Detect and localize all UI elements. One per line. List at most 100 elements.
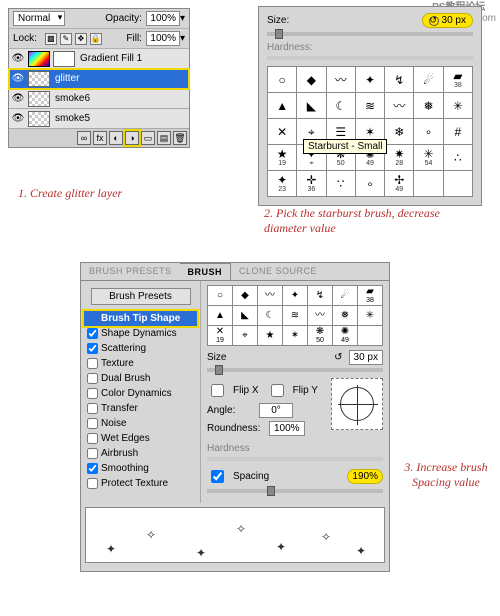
brush-preset-cell[interactable]: ❅ — [414, 93, 443, 119]
layer-row[interactable]: 👁Gradient Fill 1 — [9, 49, 189, 69]
brush-tip-cell[interactable]: ✶ — [283, 326, 308, 346]
brush-preset-cell[interactable]: ★19 — [268, 145, 297, 171]
brush-preset-cell[interactable]: ∘ — [414, 119, 443, 145]
layer-row[interactable]: 👁glitter — [9, 69, 189, 89]
lock-position-icon[interactable]: ✥ — [75, 33, 87, 45]
brush-tip-cell[interactable]: ⌖ — [233, 326, 258, 346]
brush-preset-cell[interactable]: ✕ — [268, 119, 297, 145]
spacing-checkbox[interactable] — [211, 470, 224, 483]
brush-preset-cell[interactable]: ∘ — [356, 171, 385, 197]
brush-tip-cell[interactable]: 〰 — [258, 286, 283, 306]
brush-tip-cell[interactable]: ↯ — [308, 286, 333, 306]
visibility-eye-icon[interactable]: 👁 — [11, 113, 25, 124]
layer-thumbnail[interactable] — [28, 111, 50, 127]
flip-y-checkbox[interactable] — [271, 384, 284, 397]
reset-size-icon[interactable]: ↺ — [334, 352, 342, 363]
brush-tip-cell[interactable]: ☾ — [258, 306, 283, 326]
option-checkbox[interactable] — [87, 448, 98, 459]
mask-icon[interactable]: ◐ — [109, 131, 123, 145]
brush-option-shape-dynamics[interactable]: Shape Dynamics — [84, 326, 197, 341]
brush-preset-cell[interactable]: ✢49 — [385, 171, 414, 197]
brush-preset-cell[interactable]: ▲ — [268, 93, 297, 119]
brush-tip-cell[interactable]: 〰 — [308, 306, 333, 326]
brush-tip-cell[interactable]: ✦ — [283, 286, 308, 306]
lock-paint-icon[interactable]: ✎ — [60, 33, 72, 45]
brush-preset-cell[interactable] — [414, 171, 443, 197]
brush-preset-cell[interactable]: ↯ — [385, 67, 414, 93]
brush-tip-cell[interactable] — [358, 326, 383, 346]
brush-option-airbrush[interactable]: Airbrush — [84, 446, 197, 461]
angle-roundness-widget[interactable] — [331, 378, 383, 430]
fx-icon[interactable]: fx — [93, 131, 107, 145]
new-layer-icon[interactable]: ▤ — [157, 131, 171, 145]
brush-tip-cell[interactable]: ☄ — [333, 286, 358, 306]
visibility-eye-icon[interactable]: 👁 — [11, 53, 25, 64]
brush-tip-cell[interactable]: ◆ — [233, 286, 258, 306]
brush-preset-cell[interactable]: ✷28 — [385, 145, 414, 171]
layer-thumbnail[interactable] — [28, 91, 50, 107]
brush-tip-cell[interactable]: ✺49 — [333, 326, 358, 346]
size-slider-2[interactable] — [207, 368, 383, 372]
brush-tip-cell[interactable]: ❅ — [333, 306, 358, 326]
brush-option-texture[interactable]: Texture — [84, 356, 197, 371]
chevron-icon[interactable]: ▾ — [180, 33, 185, 44]
spacing-value[interactable]: 190% — [347, 469, 383, 484]
brush-preset-cell[interactable]: ☄ — [414, 67, 443, 93]
brush-preset-cell[interactable]: 〰 — [385, 93, 414, 119]
option-checkbox[interactable] — [87, 388, 98, 399]
tab-brush[interactable]: BRUSH — [180, 263, 232, 280]
new-fill-adjustment-icon[interactable]: ◑ — [125, 131, 139, 145]
brush-tip-cell[interactable]: ✕19 — [208, 326, 233, 346]
tab-brush-presets[interactable]: BRUSH PRESETS — [81, 263, 180, 280]
layer-thumbnail[interactable] — [28, 51, 50, 67]
brush-preset-cell[interactable]: ◣ — [297, 93, 326, 119]
flip-x-checkbox[interactable] — [211, 384, 224, 397]
lock-all-icon[interactable]: 🔒 — [90, 33, 102, 45]
fill-value[interactable]: 100% — [146, 31, 180, 46]
brush-option-protect-texture[interactable]: Protect Texture — [84, 476, 197, 491]
brush-tip-cell[interactable]: ▰38 — [358, 286, 383, 306]
brush-preset-cell[interactable]: ✳ — [444, 93, 473, 119]
size-value-pill[interactable]: 30 px — [422, 13, 473, 28]
brush-tip-cell[interactable]: ★ — [258, 326, 283, 346]
option-checkbox[interactable] — [87, 478, 98, 489]
trash-icon[interactable]: 🗑 — [173, 131, 187, 145]
brush-option-brush-tip-shape[interactable]: Brush Tip Shape — [84, 311, 197, 326]
brush-preset-cell[interactable]: ☾ — [327, 93, 356, 119]
slider-knob[interactable] — [275, 29, 283, 39]
brush-presets-button[interactable]: Brush Presets — [91, 288, 191, 305]
brush-preset-cell[interactable]: ◆ — [297, 67, 326, 93]
option-checkbox[interactable] — [87, 403, 98, 414]
brush-preset-cell[interactable]: ≋ — [356, 93, 385, 119]
brush-tip-cell[interactable]: ○ — [208, 286, 233, 306]
layer-row[interactable]: 👁smoke6 — [9, 89, 189, 109]
brush-option-noise[interactable]: Noise — [84, 416, 197, 431]
brush-tip-cell[interactable]: ◣ — [233, 306, 258, 326]
option-checkbox[interactable] — [87, 328, 98, 339]
brush-preset-cell[interactable]: ✦ — [356, 67, 385, 93]
new-group-icon[interactable]: ▭ — [141, 131, 155, 145]
brush-preset-cell[interactable] — [444, 171, 473, 197]
brush-option-smoothing[interactable]: Smoothing — [84, 461, 197, 476]
brush-preset-cell[interactable]: # — [444, 119, 473, 145]
visibility-eye-icon[interactable]: 👁 — [11, 73, 25, 84]
brush-option-color-dynamics[interactable]: Color Dynamics — [84, 386, 197, 401]
brush-tip-cell[interactable]: ❋50 — [308, 326, 333, 346]
option-checkbox[interactable] — [87, 418, 98, 429]
brush-option-transfer[interactable]: Transfer — [84, 401, 197, 416]
layer-row[interactable]: 👁smoke5 — [9, 109, 189, 129]
brush-preset-cell[interactable]: ○ — [268, 67, 297, 93]
option-checkbox[interactable] — [87, 463, 98, 474]
roundness-value[interactable]: 100% — [269, 421, 305, 436]
blend-mode-select[interactable]: Normal — [13, 11, 65, 26]
size-slider[interactable] — [267, 32, 473, 36]
brush-preset-cell[interactable]: ❄ — [385, 119, 414, 145]
opacity-value[interactable]: 100% — [146, 11, 180, 26]
lock-transparency-icon[interactable]: ▩ — [45, 33, 57, 45]
link-icon[interactable]: ∞ — [77, 131, 91, 145]
size-value-2[interactable]: 30 px — [349, 350, 383, 365]
angle-value[interactable]: 0° — [259, 403, 293, 418]
brush-preset-cell[interactable]: ✳54 — [414, 145, 443, 171]
tab-clone-source[interactable]: CLONE SOURCE — [231, 263, 325, 280]
brush-tip-cell[interactable]: ≋ — [283, 306, 308, 326]
